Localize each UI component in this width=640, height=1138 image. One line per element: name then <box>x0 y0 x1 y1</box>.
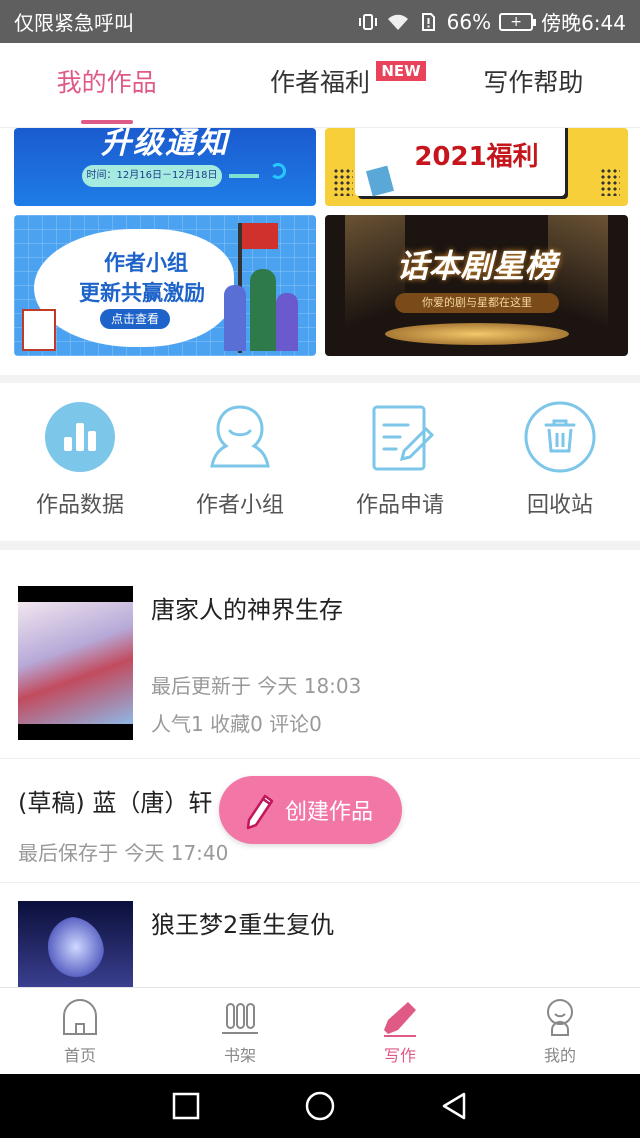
bookshelf-icon <box>220 998 260 1038</box>
banner-title: 升级通知 <box>14 128 316 162</box>
vibrate-icon <box>357 13 379 31</box>
trash-icon <box>524 401 596 473</box>
clock: 傍晚6:44 <box>541 7 626 36</box>
banner-cta: 点击查看 <box>100 309 170 329</box>
new-badge: NEW <box>376 61 425 81</box>
nav-bookshelf[interactable]: 书架 <box>160 988 320 1074</box>
cover-artwork <box>18 602 133 724</box>
bottom-nav: 首页 书架 写作 我的 <box>0 987 640 1074</box>
work-cover <box>18 586 133 740</box>
tab-label: 作者福利 <box>270 68 370 97</box>
banner-drama-star-ranking[interactable]: 话本剧星榜 你爱的剧与星都在这里 <box>325 215 628 356</box>
app-screen: 仅限紧急呼叫 66% + 傍晚6:44 我的作品 作者福利 NEW 写作帮助 升… <box>0 0 640 1138</box>
decor-dots <box>333 168 353 196</box>
tab-my-works[interactable]: 我的作品 <box>0 43 213 128</box>
bar-chart-icon <box>44 401 116 473</box>
work-title: 狼王梦2重生复仇 <box>151 905 334 940</box>
action-label: 作品申请 <box>356 487 444 519</box>
profile-icon <box>540 998 580 1038</box>
banner-title: 话本剧星榜 <box>325 241 628 287</box>
create-work-label: 创建作品 <box>285 794 373 826</box>
nav-label: 首页 <box>64 1042 96 1066</box>
decor-dots <box>600 168 620 196</box>
tab-writing-help[interactable]: 写作帮助 <box>427 43 640 128</box>
decor-dash <box>229 174 259 178</box>
person-group-icon <box>204 401 276 473</box>
figure <box>224 285 246 351</box>
decor-ring <box>270 163 286 179</box>
wifi-icon <box>387 13 409 31</box>
action-label: 作者小组 <box>196 487 284 519</box>
clipboard-illustration <box>22 309 56 351</box>
figure <box>250 269 276 351</box>
banner-line1: 作者小组 <box>66 247 226 277</box>
nav-write[interactable]: 写作 <box>320 988 480 1074</box>
banner-upgrade-notice[interactable]: 升级通知 时间：12月16日－12月18日 <box>14 128 316 206</box>
action-author-group[interactable]: 作者小组 <box>160 383 320 541</box>
work-title: 唐家人的神界生存 <box>151 590 343 625</box>
action-label: 作品数据 <box>36 487 124 519</box>
recent-apps-icon[interactable] <box>171 1091 201 1121</box>
active-tab-indicator <box>81 120 133 124</box>
sim-alert-icon <box>417 13 439 31</box>
stage-platform <box>385 323 569 345</box>
carrier-text: 仅限紧急呼叫 <box>14 7 134 36</box>
work-item[interactable]: 狼王梦2重生复仇 <box>0 883 640 987</box>
cover-artwork <box>48 917 104 977</box>
nav-profile[interactable]: 我的 <box>480 988 640 1074</box>
red-flag <box>242 223 278 249</box>
nav-label: 我的 <box>544 1042 576 1066</box>
tab-author-benefits[interactable]: 作者福利 NEW <box>213 43 426 128</box>
edit-document-icon <box>364 401 436 473</box>
create-work-button[interactable]: 创建作品 <box>219 776 402 844</box>
home-icon <box>60 998 100 1038</box>
banner-title: 2021福利 <box>325 136 628 173</box>
system-nav-bar <box>0 1074 640 1138</box>
work-updated: 最后保存于 今天 17:40 <box>18 837 228 866</box>
pen-icon <box>380 998 420 1038</box>
section-divider <box>0 375 640 383</box>
status-bar: 仅限紧急呼叫 66% + 傍晚6:44 <box>0 0 640 43</box>
action-work-data[interactable]: 作品数据 <box>0 383 160 541</box>
pencil-icon <box>241 790 275 830</box>
banner-line2: 更新共赢激励 <box>52 277 232 307</box>
work-updated: 最后更新于 今天 18:03 <box>151 670 361 699</box>
battery-icon: + <box>499 13 533 31</box>
status-icons: 66% + 傍晚6:44 <box>357 7 626 36</box>
work-stats: 人气1 收藏0 评论0 <box>151 708 322 737</box>
battery-percent: 66% <box>447 10 491 34</box>
home-button-icon[interactable] <box>304 1090 336 1122</box>
tab-label: 写作帮助 <box>483 68 583 97</box>
tab-label: 我的作品 <box>57 68 157 97</box>
banner-date: 时间：12月16日－12月18日 <box>82 165 222 187</box>
back-icon[interactable] <box>439 1091 469 1121</box>
quick-actions: 作品数据 作者小组 作品申请 回收站 <box>0 383 640 541</box>
action-work-application[interactable]: 作品申请 <box>320 383 480 541</box>
section-divider <box>0 541 640 550</box>
nav-label: 写作 <box>384 1042 416 1066</box>
figure <box>276 293 298 351</box>
nav-home[interactable]: 首页 <box>0 988 160 1074</box>
work-item[interactable]: 唐家人的神界生存 最后更新于 今天 18:03 人气1 收藏0 评论0 <box>0 550 640 759</box>
work-cover <box>18 901 133 987</box>
work-title: (草稿) 蓝（唐）轩 <box>18 783 212 818</box>
action-label: 回收站 <box>527 487 593 519</box>
top-tab-bar: 我的作品 作者福利 NEW 写作帮助 <box>0 43 640 128</box>
nav-label: 书架 <box>224 1042 256 1066</box>
action-recycle-bin[interactable]: 回收站 <box>480 383 640 541</box>
banner-2021-benefits[interactable]: 2021福利 <box>325 128 628 206</box>
banner-subtitle: 你爱的剧与星都在这里 <box>395 293 559 313</box>
banner-author-group[interactable]: 作者小组 更新共赢激励 点击查看 <box>14 215 316 356</box>
